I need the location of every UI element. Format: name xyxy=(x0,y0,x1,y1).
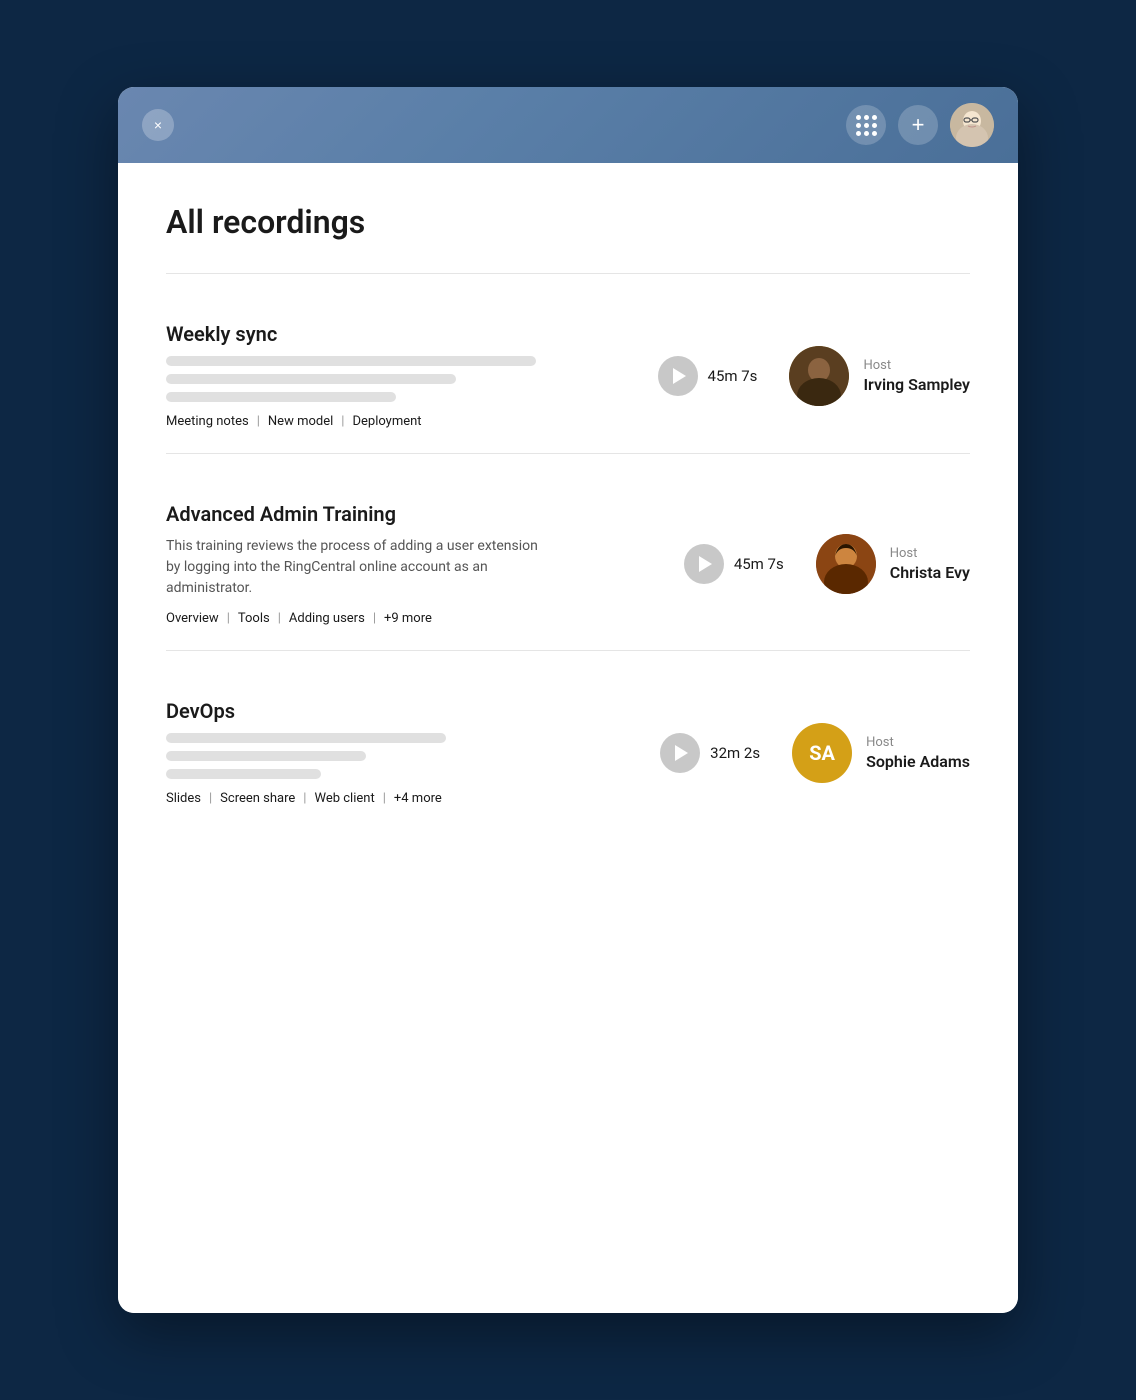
tag-more[interactable]: +9 more xyxy=(384,611,432,626)
recording-body: DevOps Slides | Screen share | Web clien… xyxy=(166,699,970,806)
recording-body: Weekly sync Meeting notes | New model | … xyxy=(166,322,970,429)
grid-button[interactable] xyxy=(846,105,886,145)
host-name: Sophie Adams xyxy=(866,752,970,771)
host-avatar xyxy=(816,534,876,594)
tag-separator: | xyxy=(303,791,306,806)
play-button[interactable] xyxy=(684,544,724,584)
tag-separator: | xyxy=(383,791,386,806)
play-icon xyxy=(675,745,688,761)
recording-title: Advanced Admin Training xyxy=(166,502,660,526)
header-left: × xyxy=(142,109,174,141)
skeleton-line xyxy=(166,733,446,743)
recording-duration: 45m 7s xyxy=(708,367,758,385)
recording-tags: Slides | Screen share | Web client | +4 … xyxy=(166,791,636,806)
grid-icon xyxy=(856,115,877,136)
header-right: + xyxy=(846,103,994,147)
page-title: All recordings xyxy=(166,203,970,241)
recording-tags: Meeting notes | New model | Deployment xyxy=(166,414,634,429)
host-text: Host Irving Sampley xyxy=(863,358,970,394)
play-icon xyxy=(673,368,686,384)
recording-item: DevOps Slides | Screen share | Web clien… xyxy=(166,675,970,830)
skeleton-line xyxy=(166,769,321,779)
app-window: × + xyxy=(118,87,1018,1313)
tag-separator: | xyxy=(373,611,376,626)
recording-meta: 45m 7s Hos xyxy=(684,534,970,594)
recording-duration: 32m 2s xyxy=(710,744,760,762)
skeleton-lines xyxy=(166,733,636,779)
tag[interactable]: Screen share xyxy=(220,791,295,806)
skeleton-line xyxy=(166,751,366,761)
tag[interactable]: Web client xyxy=(314,791,374,806)
host-info: Host Irving Sampley xyxy=(789,346,970,406)
recording-info: DevOps Slides | Screen share | Web clien… xyxy=(166,699,636,806)
add-button[interactable]: + xyxy=(898,105,938,145)
tag-separator: | xyxy=(341,414,344,429)
skeleton-lines xyxy=(166,356,634,402)
divider xyxy=(166,650,970,651)
plus-icon: + xyxy=(912,114,925,136)
recording-item: Weekly sync Meeting notes | New model | … xyxy=(166,298,970,453)
host-label: Host xyxy=(866,735,970,750)
skeleton-line xyxy=(166,392,396,402)
recording-meta: 45m 7s Host Irving Sampley xyxy=(658,346,970,406)
host-info: Host Christa Evy xyxy=(816,534,970,594)
host-info: SA Host Sophie Adams xyxy=(792,723,970,783)
recording-duration: 45m 7s xyxy=(734,555,784,573)
tag-separator: | xyxy=(257,414,260,429)
user-avatar[interactable] xyxy=(950,103,994,147)
tag-separator: | xyxy=(209,791,212,806)
host-label: Host xyxy=(863,358,970,373)
recording-tags: Overview | Tools | Adding users | +9 mor… xyxy=(166,611,660,626)
tag[interactable]: Meeting notes xyxy=(166,414,249,429)
host-name: Irving Sampley xyxy=(863,375,970,394)
host-text: Host Christa Evy xyxy=(890,546,970,582)
close-button[interactable]: × xyxy=(142,109,174,141)
tag[interactable]: Deployment xyxy=(352,414,421,429)
play-button[interactable] xyxy=(658,356,698,396)
recording-title: Weekly sync xyxy=(166,322,634,346)
tag[interactable]: Slides xyxy=(166,791,201,806)
play-button-wrap: 45m 7s xyxy=(658,356,758,396)
host-text: Host Sophie Adams xyxy=(866,735,970,771)
play-button-wrap: 45m 7s xyxy=(684,544,784,584)
tag[interactable]: Tools xyxy=(238,611,270,626)
recording-title: DevOps xyxy=(166,699,636,723)
play-icon xyxy=(699,556,712,572)
tag[interactable]: Overview xyxy=(166,611,219,626)
host-label: Host xyxy=(890,546,970,561)
play-button[interactable] xyxy=(660,733,700,773)
tag[interactable]: New model xyxy=(268,414,333,429)
recording-description: This training reviews the process of add… xyxy=(166,536,546,599)
recording-item: Advanced Admin Training This training re… xyxy=(166,478,970,650)
recording-meta: 32m 2s SA Host Sophie Adams xyxy=(660,723,970,783)
tag-separator: | xyxy=(278,611,281,626)
content: All recordings Weekly sync Meeting notes… xyxy=(118,163,1018,1313)
recording-info: Weekly sync Meeting notes | New model | … xyxy=(166,322,634,429)
close-icon: × xyxy=(154,117,162,133)
tag[interactable]: Adding users xyxy=(289,611,365,626)
tag-separator: | xyxy=(227,611,230,626)
divider xyxy=(166,453,970,454)
host-avatar xyxy=(789,346,849,406)
skeleton-line xyxy=(166,374,456,384)
top-divider xyxy=(166,273,970,274)
recording-body: Advanced Admin Training This training re… xyxy=(166,502,970,626)
host-avatar-initials: SA xyxy=(792,723,852,783)
host-name: Christa Evy xyxy=(890,563,970,582)
skeleton-line xyxy=(166,356,536,366)
recording-info: Advanced Admin Training This training re… xyxy=(166,502,660,626)
tag-more[interactable]: +4 more xyxy=(394,791,442,806)
header: × + xyxy=(118,87,1018,163)
play-button-wrap: 32m 2s xyxy=(660,733,760,773)
